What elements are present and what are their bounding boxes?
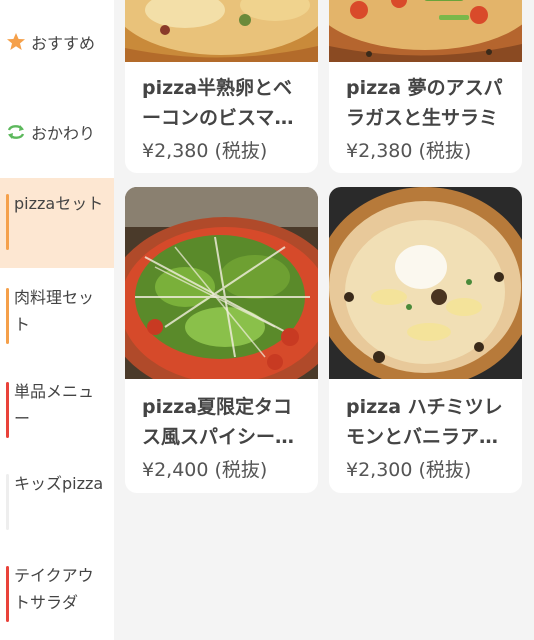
sidebar-item-label: テイクアウトサラダ — [14, 566, 94, 612]
product-card[interactable]: pizza 夢のアスパラガスと生サラミ ¥2,380 (税抜) — [329, 0, 522, 173]
sidebar-item-label: 肉料理セット — [14, 288, 95, 334]
product-title: pizza 夢のアスパラガスと生サラミ — [346, 77, 503, 129]
sidebar-item-meat-set[interactable]: 肉料理セット — [0, 272, 114, 358]
product-price: ¥2,400 (税抜) — [142, 459, 268, 481]
product-price: ¥2,380 (税抜) — [346, 140, 472, 162]
category-accent-bar — [6, 194, 9, 250]
product-card[interactable]: pizza半熟卵とベーコンのビスマルク ¥2,380 (税抜) — [125, 0, 318, 173]
sidebar-item-kids-pizza[interactable]: キッズpizza — [0, 458, 114, 544]
sidebar-item-single-menu[interactable]: 単品メニュー — [0, 366, 114, 452]
product-title: pizza半熟卵とベーコンのビスマルク — [142, 77, 294, 129]
product-image — [329, 0, 522, 62]
sidebar-item-label: pizzaセット — [14, 194, 104, 213]
product-card[interactable]: pizza夏限定タコス風スパイシー… ¥2,400 (税抜) — [125, 187, 318, 493]
star-icon — [6, 32, 26, 52]
sidebar-item-takeout-salad[interactable]: テイクアウトサラダ — [0, 550, 114, 636]
sidebar-item-recommended[interactable]: おすすめ — [0, 22, 114, 62]
product-card[interactable]: pizza ハチミツレモンとバニラア… ¥2,300 (税抜) — [329, 187, 522, 493]
category-accent-bar — [6, 288, 9, 344]
product-image — [329, 187, 522, 387]
category-accent-bar — [6, 566, 9, 622]
product-image — [125, 187, 318, 397]
category-sidebar: おすすめ おかわり pizzaセット 肉料理セット 単品メニュー キッズpizz… — [0, 0, 114, 640]
product-price: ¥2,380 (税抜) — [142, 140, 268, 162]
product-image — [125, 0, 318, 62]
sidebar-item-pizza-set[interactable]: pizzaセット — [0, 178, 114, 268]
sidebar-item-refill[interactable]: おかわり — [0, 112, 114, 152]
sidebar-item-label: おすすめ — [31, 34, 96, 53]
product-price: ¥2,300 (税抜) — [346, 459, 472, 481]
sidebar-item-label: キッズpizza — [14, 474, 104, 493]
product-title: pizza ハチミツレモンとバニラア… — [346, 396, 503, 448]
category-accent-bar — [6, 474, 9, 530]
category-accent-bar — [6, 382, 9, 438]
refresh-icon — [6, 122, 26, 142]
sidebar-item-label: 単品メニュー — [14, 382, 95, 428]
sidebar-item-label: おかわり — [31, 124, 96, 143]
product-title: pizza夏限定タコス風スパイシー… — [142, 396, 295, 448]
